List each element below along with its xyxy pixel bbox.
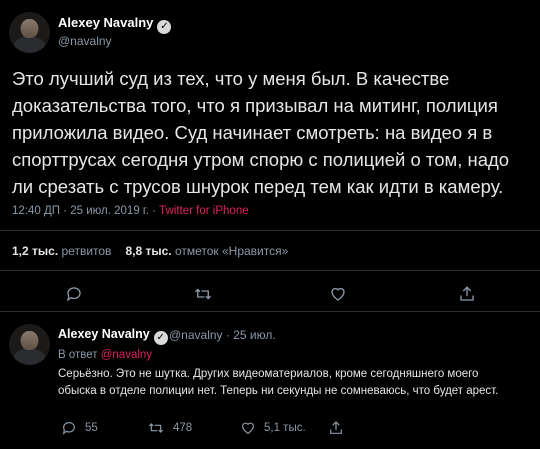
reply-author-handle[interactable]: @navalny · 25 июл. (169, 328, 276, 342)
likes-count: 5,1 тыс. (264, 422, 306, 434)
replies-count: 55 (85, 422, 98, 434)
retweet-icon (148, 423, 164, 433)
reply-actions: 55 478 5,1 тыс. (0, 420, 540, 440)
reply-date[interactable]: · 25 июл. (226, 328, 276, 342)
reply-mention-link[interactable]: @navalny (101, 349, 152, 361)
retweet-icon[interactable] (192, 283, 214, 305)
verified-badge-icon: ✓ (153, 331, 168, 345)
tweet-stats: 1,2 тыс. ретвитов 8,8 тыс. отметок «Нрави… (12, 244, 288, 258)
author-name[interactable]: Alexey Navalny ✓ (58, 15, 172, 34)
tweet-source-link[interactable]: Twitter for iPhone (159, 205, 248, 217)
like-icon[interactable] (327, 283, 349, 305)
like-icon (242, 422, 254, 435)
reply-icon[interactable] (63, 283, 85, 305)
share-icon[interactable] (456, 283, 478, 305)
share-icon (330, 421, 342, 434)
reply-retweet-button[interactable]: 478 (147, 420, 192, 436)
reply-to-line: В ответ @navalny (58, 349, 153, 361)
retweets-count: 478 (173, 422, 193, 434)
tweet-separator (0, 311, 540, 312)
main-tweet: Alexey Navalny ✓ @navalny Это лучший суд … (0, 0, 540, 310)
reply-like-button[interactable]: 5,1 тыс. (240, 420, 306, 436)
reply-author-avatar[interactable] (9, 324, 50, 365)
tweet-meta: 12:40 ДП · 25 июл. 2019 г. · Twitter for… (12, 205, 249, 217)
tweet-text: Это лучший суд из тех, что у меня был. В… (12, 68, 510, 197)
author-avatar[interactable] (9, 12, 50, 53)
reply-share-button[interactable] (328, 420, 352, 436)
author-handle[interactable]: @navalny (58, 34, 112, 48)
reply-reply-button[interactable]: 55 (61, 420, 98, 436)
verified-badge-icon: ✓ (157, 20, 172, 34)
reply-author-name[interactable]: Alexey Navalny ✓ (58, 327, 168, 345)
retweets-stat[interactable]: 1,2 тыс. ретвитов (12, 244, 111, 258)
tweet-actions (0, 283, 540, 307)
reply-text: Серьёзно. Это не шутка. Других видеомате… (58, 368, 499, 397)
divider (0, 230, 540, 231)
tweet-timestamp[interactable]: 12:40 ДП · 25 июл. 2019 г. · (12, 205, 159, 217)
likes-stat[interactable]: 8,8 тыс. отметок «Нравится» (125, 244, 288, 258)
divider (0, 270, 540, 271)
reply-icon (62, 422, 75, 435)
